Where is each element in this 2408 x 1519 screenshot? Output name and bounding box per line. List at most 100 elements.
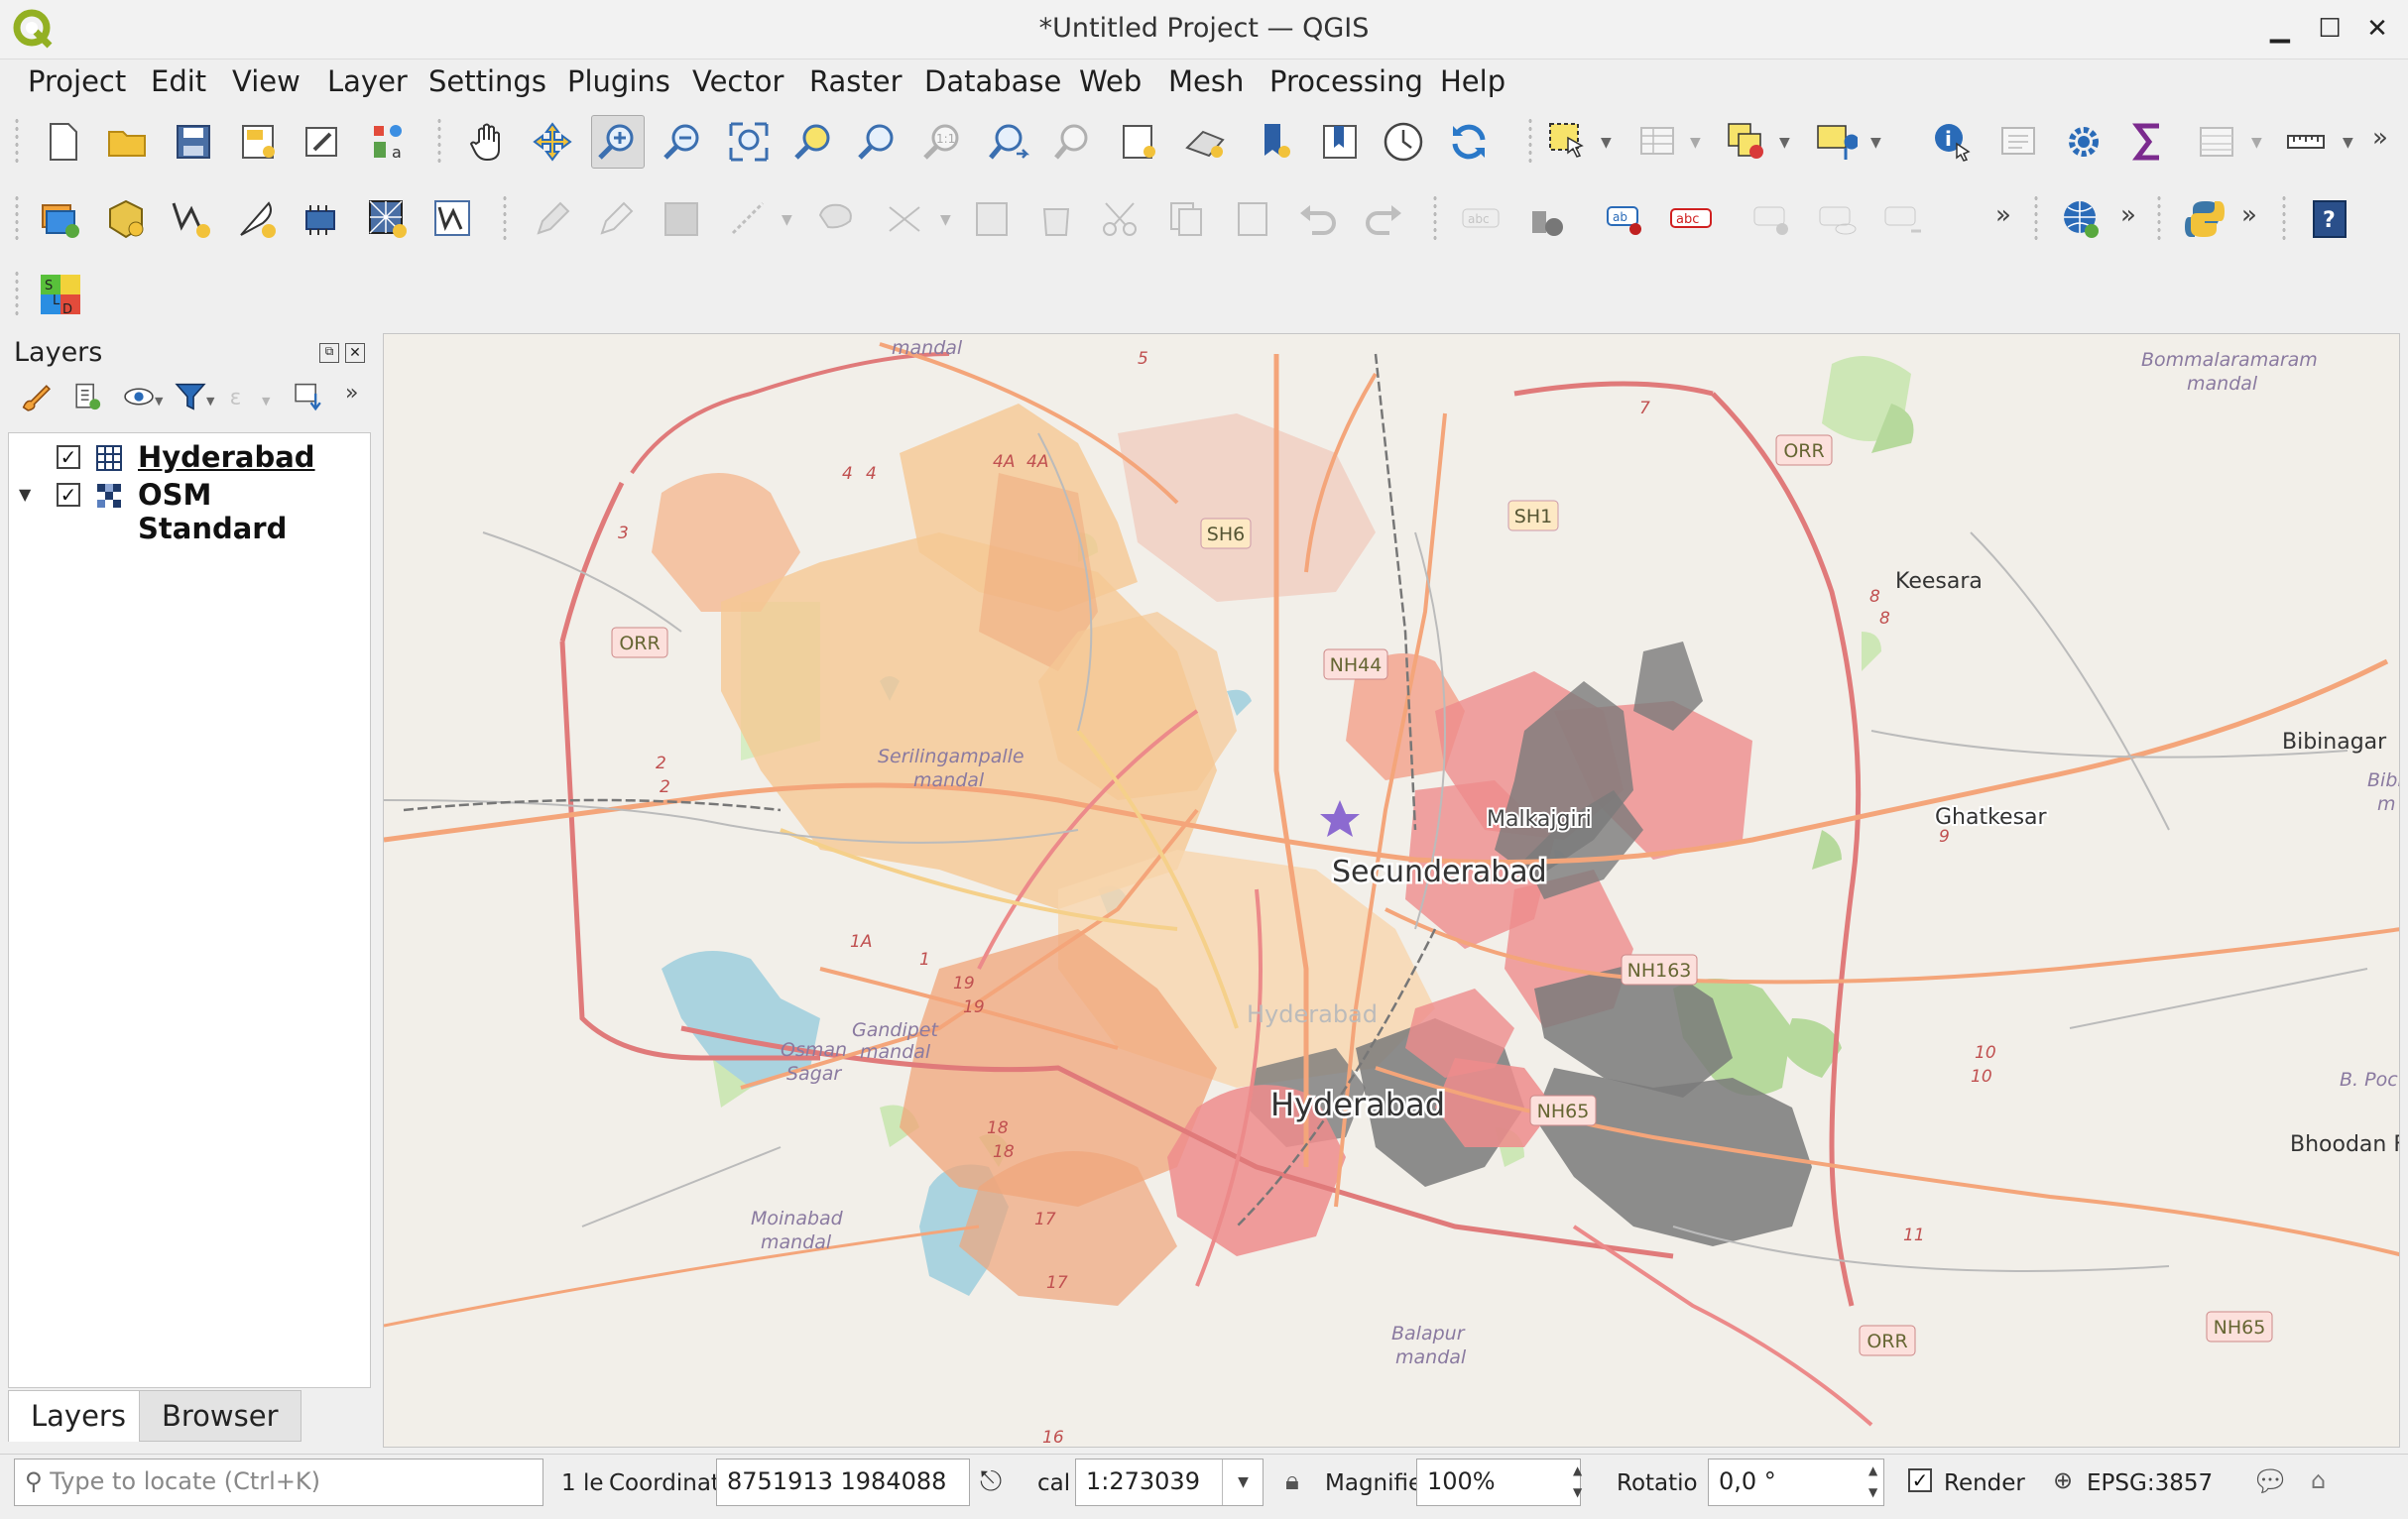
new-3d-map-view-button[interactable] — [1180, 117, 1230, 167]
save-project-button[interactable] — [169, 117, 218, 167]
close-window-button[interactable]: ✕ — [2360, 12, 2394, 46]
dropdown-arrow-icon[interactable]: ▼ — [2343, 135, 2353, 151]
redo-button[interactable] — [1359, 194, 1408, 244]
new-shapefile-layer-button[interactable] — [167, 194, 216, 244]
toolbar-overflow-icon[interactable]: » — [2120, 200, 2136, 230]
select-features-button[interactable] — [1543, 117, 1593, 167]
menu-mesh[interactable]: Mesh — [1164, 62, 1248, 100]
toolbar-grip[interactable] — [2033, 194, 2039, 244]
style-manager-button[interactable]: a — [363, 117, 413, 167]
minimize-button[interactable]: ▁ — [2263, 12, 2297, 46]
identify-features-button[interactable]: i — [1928, 117, 1978, 167]
close-panel-icon[interactable]: ✕ — [345, 343, 365, 363]
filter-by-expression-button[interactable]: ε — [222, 377, 262, 416]
paste-features-button[interactable] — [1228, 194, 1277, 244]
menu-edit[interactable]: Edit — [147, 62, 210, 100]
locator-search-input[interactable]: ⚲ Type to locate (Ctrl+K) — [14, 1459, 543, 1506]
crs-globe-icon[interactable]: ⊕ — [2053, 1466, 2073, 1494]
tab-browser[interactable]: Browser — [139, 1390, 301, 1442]
layer-item-hyderabad[interactable]: ✓ Hyderabad — [9, 439, 366, 477]
toolbar-grip[interactable] — [1527, 117, 1533, 167]
panel-overflow-icon[interactable]: » — [345, 381, 358, 406]
toolbar-grip[interactable] — [2156, 194, 2162, 244]
toolbar-overflow-icon[interactable]: » — [2241, 200, 2257, 230]
menu-vector[interactable]: Vector — [688, 62, 787, 100]
zoom-to-selection-button[interactable] — [789, 117, 839, 167]
new-project-button[interactable] — [38, 117, 87, 167]
python-console-button[interactable] — [2180, 194, 2229, 244]
temporal-controller-button[interactable] — [1379, 117, 1428, 167]
layer-visibility-checkbox[interactable]: ✓ — [57, 483, 80, 507]
toolbar-grip[interactable] — [1432, 194, 1438, 244]
menu-processing[interactable]: Processing — [1265, 62, 1427, 100]
menu-help[interactable]: Help — [1436, 62, 1509, 100]
refresh-button[interactable] — [1444, 117, 1494, 167]
plugin-status-icon[interactable]: ⌂ — [2311, 1466, 2326, 1494]
statistical-summary-button[interactable] — [2124, 117, 2174, 167]
filter-legend-button[interactable] — [171, 377, 210, 416]
rotation-spinner-icon[interactable]: ▲ ▼ — [1868, 1460, 1888, 1505]
map-canvas[interactable]: ORR ORR ORR SH6 SH1 NH44 NH163 NH65 NH65 — [383, 333, 2400, 1448]
new-map-view-button[interactable] — [1115, 117, 1164, 167]
toolbar-grip[interactable] — [14, 194, 20, 244]
dropdown-arrow-icon[interactable]: ▼ — [782, 212, 792, 228]
modify-attributes-button[interactable] — [968, 194, 1018, 244]
measure-line-button[interactable] — [2281, 117, 2331, 167]
new-temporary-scratch-layer-button[interactable] — [232, 194, 282, 244]
dropdown-arrow-icon[interactable]: ▼ — [940, 212, 951, 228]
expand-all-button[interactable] — [290, 377, 329, 416]
lock-scale-icon[interactable]: 🔒︎ — [1285, 1466, 1299, 1497]
open-layer-styling-button[interactable] — [16, 377, 56, 416]
zoom-next-button[interactable] — [1049, 117, 1099, 167]
add-group-button[interactable] — [67, 377, 107, 416]
coordinate-field[interactable]: 8751913 1984088 — [716, 1459, 970, 1506]
layer-visibility-checkbox[interactable]: ✓ — [57, 445, 80, 469]
digitize-button[interactable] — [724, 194, 774, 244]
dropdown-arrow-icon[interactable]: ▼ — [206, 395, 214, 408]
layout-manager-button[interactable] — [298, 117, 347, 167]
menu-plugins[interactable]: Plugins — [563, 62, 674, 100]
dropdown-arrow-icon[interactable]: ▼ — [1870, 135, 1881, 151]
zoom-to-layer-button[interactable] — [853, 117, 903, 167]
new-vector-tile-layer-button[interactable] — [428, 194, 478, 244]
save-edits-button[interactable] — [657, 194, 706, 244]
zoom-in-button[interactable] — [591, 115, 645, 169]
menu-project[interactable]: Project — [24, 62, 130, 100]
current-edits-button[interactable] — [528, 194, 577, 244]
sld-plugin-button[interactable]: SLD — [36, 270, 85, 319]
menu-web[interactable]: Web — [1075, 62, 1145, 100]
toolbar-grip[interactable] — [2281, 194, 2287, 244]
open-data-source-manager-button[interactable] — [36, 194, 85, 244]
new-virtual-layer-button[interactable] — [298, 194, 347, 244]
zoom-out-button[interactable] — [659, 117, 708, 167]
layer-item-osm-standard[interactable]: ▼ ✓ OSM Standard — [9, 477, 366, 545]
open-attribute-table-button[interactable] — [1632, 117, 1682, 167]
menu-view[interactable]: View — [228, 62, 304, 100]
scale-dropdown-icon[interactable]: ▼ — [1222, 1460, 1264, 1505]
copy-features-button[interactable] — [1162, 194, 1212, 244]
menu-layer[interactable]: Layer — [323, 62, 412, 100]
zoom-last-button[interactable] — [984, 117, 1033, 167]
show-hide-labels-button[interactable] — [1813, 194, 1863, 244]
toolbar-overflow-icon[interactable]: » — [2372, 123, 2388, 153]
toolbar-grip[interactable] — [502, 194, 508, 244]
processing-toolbox-button[interactable] — [2059, 117, 2108, 167]
new-print-layout-button[interactable] — [234, 117, 284, 167]
layer-diagram-options-button[interactable] — [1521, 194, 1571, 244]
attribute-table-tools-button[interactable] — [2192, 117, 2241, 167]
pan-to-selection-button[interactable] — [528, 117, 577, 167]
layer-labeling-options-button[interactable]: abc — [1456, 194, 1505, 244]
render-checkbox[interactable]: ✓ — [1908, 1468, 1932, 1492]
dropdown-arrow-icon[interactable]: ▼ — [2251, 135, 2262, 151]
dropdown-arrow-icon[interactable]: ▼ — [1779, 135, 1790, 151]
web-plugin-button[interactable] — [2057, 194, 2107, 244]
magnifier-spinner-icon[interactable]: ▲ ▼ — [1573, 1460, 1593, 1505]
undo-button[interactable] — [1293, 194, 1343, 244]
new-geopackage-layer-button[interactable] — [101, 194, 151, 244]
dropdown-arrow-icon[interactable]: ▼ — [1690, 135, 1701, 151]
open-project-button[interactable] — [103, 117, 153, 167]
add-feature-button[interactable] — [811, 194, 861, 244]
magnifier-field[interactable]: 100% — [1416, 1459, 1581, 1506]
toolbar-grip[interactable] — [14, 117, 20, 167]
vertex-tool-button[interactable] — [881, 194, 930, 244]
